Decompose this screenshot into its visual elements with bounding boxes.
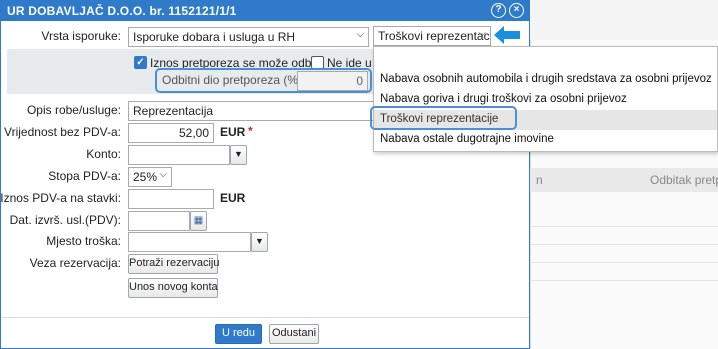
opis-input[interactable]: Reprezentacija — [128, 101, 376, 121]
konto-label: Konto: — [86, 147, 121, 161]
chevron-down-icon: ⌵ — [159, 169, 167, 180]
vrijednost-value: 52,00 — [178, 126, 209, 140]
calendar-icon: ▦ — [193, 215, 204, 226]
background-col-1: n — [536, 173, 543, 187]
iznos-pdv-input[interactable] — [128, 189, 214, 209]
mjesto-troska-label: Mjesto troška: — [46, 234, 121, 248]
required-mark: * — [248, 124, 253, 138]
background-row-line — [530, 244, 718, 245]
veza-rezervacija-label: Veza rezervacija: — [29, 256, 121, 270]
potrazi-rezervaciju-button[interactable]: Potraži rezervaciju — [128, 254, 219, 274]
vrijednost-currency: EUR — [220, 125, 246, 139]
stopa-label: Stopa PDV-a: — [48, 169, 121, 183]
ok-button[interactable]: U redu — [215, 324, 262, 344]
footer-divider — [1, 317, 529, 318]
vrsta-isporuke-label: Vrsta isporuke: — [41, 29, 121, 43]
mjesto-troska-input[interactable] — [128, 232, 251, 252]
vrijednost-label: Vrijednost bez PDV-a: — [4, 125, 121, 139]
unos-novog-konta-button[interactable]: Unos novog konta — [128, 278, 218, 298]
opis-label: Opis robe/usluge: — [26, 103, 121, 117]
mjesto-troska-dropdown-button[interactable]: ▼ — [251, 232, 268, 252]
vrsta-troska-select[interactable]: Troškovi reprezentacij ⌵ — [373, 26, 491, 46]
background-row-line — [530, 262, 718, 263]
iznos-pdv-label: Iznos PDV-a na stavki: — [0, 191, 121, 205]
chevron-down-icon: ▼ — [234, 149, 243, 159]
help-icon[interactable]: ? — [491, 3, 506, 18]
pointer-arrow-icon — [494, 26, 520, 44]
stopa-select[interactable]: 25% ⌵ — [128, 167, 172, 187]
odbiti-checkbox[interactable]: ✓ — [134, 56, 147, 69]
datum-label: Dat. izvrš. usl.(PDV): — [9, 213, 121, 227]
dialog-titlebar: UR DOBAVLJAČ D.O.O. br. 1152121/1/1 ? × — [1, 1, 529, 21]
background-col-2: Odbitak pretp — [650, 173, 718, 187]
close-icon[interactable]: × — [509, 3, 524, 18]
dropdown-item[interactable]: Nabava osobnih automobila i drugih sreds… — [374, 70, 717, 90]
background-table-header: n Odbitak pretp — [530, 168, 718, 192]
dropdown-item[interactable]: Nabava ostale dugotrajne imovine — [374, 130, 717, 150]
vrsta-isporuke-value: Isporuke dobara i usluga u RH — [133, 30, 296, 44]
vrijednost-input[interactable]: 52,00 — [128, 123, 214, 143]
vrsta-troska-value: Troškovi reprezentacij — [378, 29, 491, 43]
odbitni-highlight — [155, 68, 372, 93]
selected-item-highlight — [370, 106, 517, 130]
stopa-value: 25% — [133, 170, 158, 184]
datum-input[interactable] — [128, 211, 190, 231]
calendar-button[interactable]: ▦ — [190, 211, 207, 231]
konto-dropdown-button[interactable]: ▼ — [230, 145, 247, 165]
chevron-down-icon: ⌵ — [478, 28, 486, 39]
vrsta-isporuke-select[interactable]: Isporuke dobara i usluga u RH ⌵ — [128, 27, 369, 47]
konto-input[interactable] — [128, 145, 230, 165]
chevron-down-icon: ⌵ — [356, 29, 364, 40]
opis-value: Reprezentacija — [133, 104, 214, 118]
iznos-pdv-currency: EUR — [220, 191, 246, 205]
cancel-button[interactable]: Odustani — [269, 324, 319, 344]
chevron-down-icon: ▼ — [255, 236, 264, 246]
dialog-title: UR DOBAVLJAČ D.O.O. br. 1152121/1/1 — [7, 4, 237, 18]
vrsta-troska-dropdown-list: Nabava osobnih automobila i drugih sreds… — [373, 46, 718, 152]
background-row-line — [530, 226, 718, 227]
background-row-line — [530, 280, 718, 281]
